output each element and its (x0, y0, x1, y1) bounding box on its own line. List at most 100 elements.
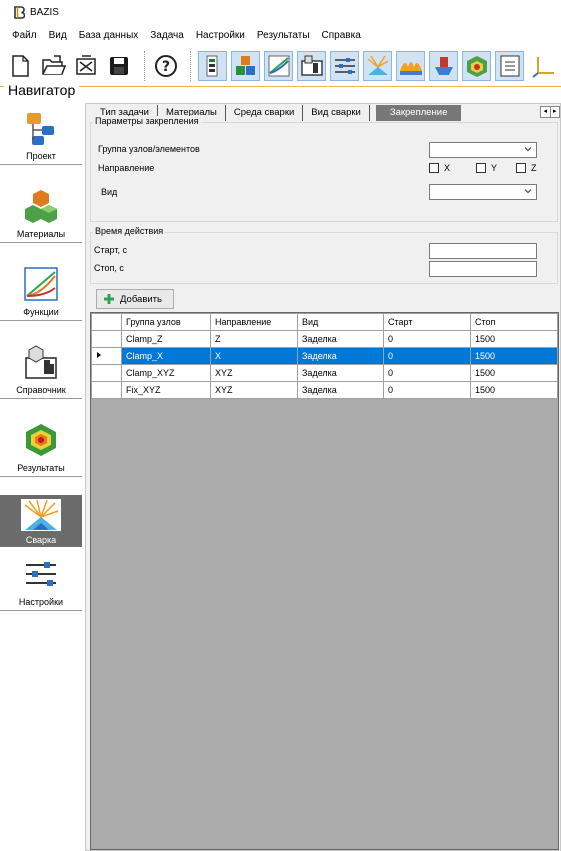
open-button[interactable] (39, 51, 68, 81)
row-header[interactable] (91, 364, 122, 382)
column-header-direction[interactable]: Направление (210, 313, 298, 331)
checkbox-y[interactable]: Y (476, 163, 497, 173)
cell-stop[interactable]: 1500 (470, 347, 558, 365)
axes-button[interactable] (528, 51, 557, 81)
group-select[interactable] (429, 142, 537, 158)
checkbox-z[interactable]: Z (516, 163, 537, 173)
column-header-type[interactable]: Вид (297, 313, 384, 331)
cell-start[interactable]: 0 (383, 347, 471, 365)
task-button[interactable] (198, 51, 228, 81)
settings-sliders-icon (334, 58, 355, 74)
cell-stop[interactable]: 1500 (470, 381, 558, 399)
tab-scroll-right-icon[interactable]: ▸ (549, 107, 560, 117)
tab-scroll-left-icon[interactable]: ◂ (541, 107, 550, 117)
main-panel: Тип задачи Материалы Среда сварки Вид св… (85, 103, 561, 851)
table-row[interactable]: Clamp_XYZ XYZ Заделка 0 1500 (91, 364, 558, 382)
cell-direction[interactable]: Z (210, 330, 298, 348)
new-file-button[interactable] (6, 51, 35, 81)
menu-database[interactable]: База данных (73, 30, 145, 41)
cell-stop[interactable]: 1500 (470, 364, 558, 382)
cell-type[interactable]: Заделка (297, 364, 384, 382)
cell-direction[interactable]: XYZ (210, 364, 298, 382)
chart-button[interactable] (264, 51, 294, 81)
menu-help[interactable]: Справка (316, 30, 367, 41)
heat-button[interactable] (396, 51, 426, 81)
menu-task[interactable]: Задача (144, 30, 190, 41)
functions-chart-icon (24, 267, 58, 301)
cell-type[interactable]: Заделка (297, 347, 384, 365)
list-icon (500, 55, 520, 77)
close-file-button[interactable] (72, 51, 101, 81)
start-input[interactable] (429, 243, 537, 259)
settings-sliders-button[interactable] (330, 51, 360, 81)
menu-settings[interactable]: Настройки (190, 30, 251, 41)
checkbox-z-box[interactable] (516, 163, 526, 173)
chevron-down-icon (524, 147, 532, 152)
table-row[interactable]: Fix_XYZ XYZ Заделка 0 1500 (91, 381, 558, 399)
tab-scroll-buttons[interactable]: ◂ ▸ (540, 106, 560, 118)
nav-label: Справочник (0, 385, 82, 399)
row-header[interactable] (91, 330, 122, 348)
cell-direction[interactable]: X (210, 347, 298, 365)
menu-view[interactable]: Вид (43, 30, 73, 41)
time-group-title: Время действия (93, 226, 166, 236)
checkbox-z-label: Z (531, 163, 537, 173)
type-select[interactable] (429, 184, 537, 200)
cell-direction[interactable]: XYZ (210, 381, 298, 399)
cell-start[interactable]: 0 (383, 330, 471, 348)
new-file-icon (12, 55, 30, 77)
tab-welding-type[interactable]: Вид сварки (303, 105, 370, 121)
fixture-icon (434, 57, 453, 75)
column-header-group[interactable]: Группа узлов (121, 313, 211, 331)
stop-input[interactable] (429, 261, 537, 277)
nav-item-reference[interactable]: Справочник (0, 337, 82, 415)
checkbox-x-box[interactable] (429, 163, 439, 173)
checkbox-x[interactable]: X (429, 163, 450, 173)
cell-type[interactable]: Заделка (297, 330, 384, 348)
fixture-button[interactable] (429, 51, 459, 81)
cell-type[interactable]: Заделка (297, 381, 384, 399)
nav-item-results[interactable]: Результаты (0, 415, 82, 493)
nav-item-project[interactable]: Проект (0, 103, 82, 181)
row-header[interactable] (91, 381, 122, 399)
reference-button[interactable] (297, 51, 327, 81)
column-header-stop[interactable]: Стоп (470, 313, 558, 331)
nav-item-materials[interactable]: Материалы (0, 181, 82, 259)
cell-start[interactable]: 0 (383, 364, 471, 382)
close-file-icon (76, 55, 96, 75)
tab-welding-environment[interactable]: Среда сварки (226, 105, 304, 121)
settings-sliders-icon (26, 562, 56, 586)
tab-fixing[interactable]: Закрепление (375, 105, 462, 121)
group-label: Группа узлов/элементов (98, 144, 200, 154)
menu-file[interactable]: Файл (6, 30, 43, 41)
reference-book-icon (25, 345, 57, 379)
add-button[interactable]: Добавить (96, 289, 174, 309)
cell-group[interactable]: Clamp_XYZ (121, 364, 211, 382)
checkbox-x-label: X (444, 163, 451, 173)
welding-button[interactable] (363, 51, 393, 81)
save-button[interactable] (105, 51, 134, 81)
nav-item-settings[interactable]: Настройки (0, 549, 82, 627)
table-row-selected[interactable]: Clamp_X X Заделка 0 1500 (91, 347, 558, 365)
cell-group[interactable]: Fix_XYZ (121, 381, 211, 399)
results-cube-icon (26, 424, 56, 456)
materials-button[interactable] (231, 51, 261, 81)
cell-start[interactable]: 0 (383, 381, 471, 399)
cell-group[interactable]: Clamp_Z (121, 330, 211, 348)
list-button[interactable] (495, 51, 525, 81)
menu-results[interactable]: Результаты (251, 30, 316, 41)
results-button[interactable] (462, 51, 492, 81)
welding-sparks-icon (24, 499, 59, 530)
cell-stop[interactable]: 1500 (470, 330, 558, 348)
fixing-params-group: Параметры закрепления Группа узлов/элеме… (90, 116, 558, 222)
column-header-start[interactable]: Старт (383, 313, 471, 331)
heat-icon (399, 62, 422, 75)
checkbox-y-box[interactable] (476, 163, 486, 173)
table-row[interactable]: Clamp_Z Z Заделка 0 1500 (91, 330, 558, 348)
row-header[interactable] (91, 347, 122, 365)
nav-item-welding[interactable]: Сварка (0, 495, 82, 547)
svg-text:?: ? (162, 59, 170, 75)
cell-group[interactable]: Clamp_X (121, 347, 211, 365)
nav-item-functions[interactable]: Функции (0, 259, 82, 337)
help-button[interactable]: ? (152, 51, 181, 81)
